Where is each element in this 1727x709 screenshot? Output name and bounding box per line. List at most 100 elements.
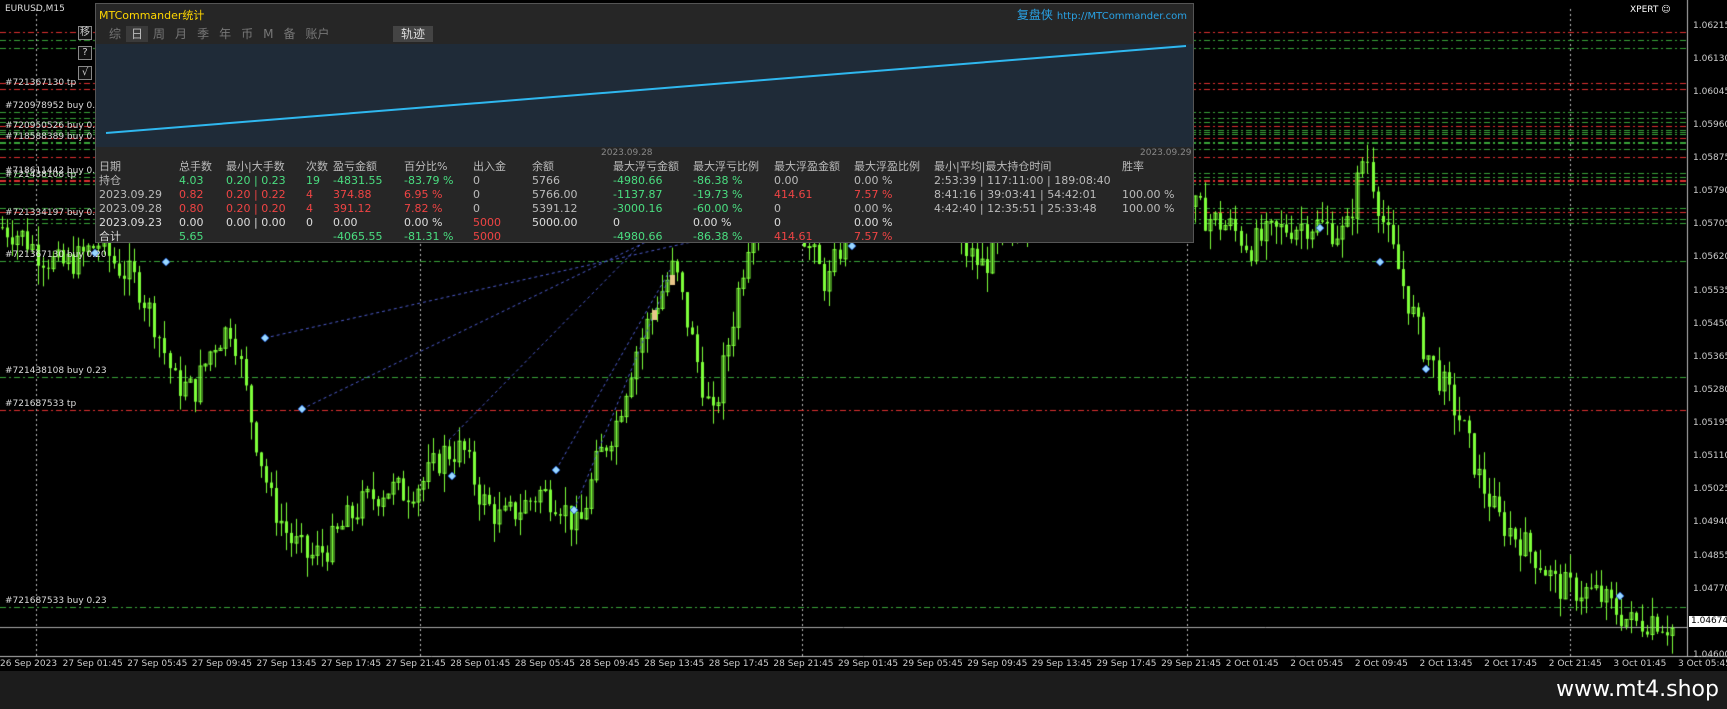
cell-minmax: 0.00 | 0.00: [226, 216, 286, 229]
cell-hold: 4:42:40 | 12:35:51 | 25:33:48: [934, 202, 1097, 215]
price-tick: 1.05280: [1693, 384, 1727, 395]
cell-balance: 5391.12: [532, 202, 578, 215]
time-tick: 28 Sep 13:45: [644, 659, 705, 669]
cell-pnl: -4065.55: [333, 230, 383, 243]
cell-lots: 4.03: [179, 174, 204, 187]
order-label[interactable]: #720950526 buy 0.21: [5, 121, 107, 131]
price-tick: 1.04855: [1693, 550, 1727, 561]
cell-max_fp_pct: 0.00 %: [854, 216, 893, 229]
cell-io: 0: [473, 188, 480, 201]
cell-max_fp: 414.61: [774, 230, 813, 243]
tab-6[interactable]: 币: [236, 26, 258, 42]
cell-max_fp: 414.61: [774, 188, 813, 201]
cell-max_fp_pct: 0.00 %: [854, 174, 893, 187]
price-tick: 1.06215: [1693, 20, 1727, 31]
header-cell: 胜率: [1122, 160, 1144, 173]
cell-minmax: 0.20 | 0.20: [226, 202, 286, 215]
price-tick: 1.05195: [1693, 418, 1727, 429]
order-label[interactable]: #718588389 buy 0.20: [5, 132, 107, 142]
order-label[interactable]: #721438108 tp: [5, 170, 76, 180]
time-tick: 29 Sep 17:45: [1096, 659, 1157, 669]
stats-table: 日期 总手数 最小|大手数 次数 盈亏金额 百分比% 出入金 余额 最大浮亏金额 最大浮亏比例 最大…: [99, 160, 1182, 244]
tab-9[interactable]: 账户: [300, 26, 334, 42]
cell-io: 0: [473, 174, 480, 187]
order-label[interactable]: #721367130 buy 0.20: [5, 250, 107, 260]
cell-hold: 2:53:39 | 117:11:00 | 189:08:40: [934, 174, 1111, 187]
cell-balance: 5766.00: [532, 188, 578, 201]
cell-hold: [934, 216, 1122, 230]
time-tick: 29 Sep 21:45: [1161, 659, 1222, 669]
mini-end-date: 2023.09.29: [1140, 148, 1192, 158]
cell-pct: -81.31 %: [404, 230, 454, 243]
order-label[interactable]: #721687533 tp: [5, 399, 76, 409]
header-cell: 出入金: [473, 160, 506, 173]
cell-max_dd: 0: [613, 216, 620, 229]
track-button[interactable]: 轨迹: [393, 26, 433, 42]
tab-7[interactable]: M: [258, 26, 278, 42]
time-tick: 29 Sep 09:45: [967, 659, 1028, 669]
time-tick: 27 Sep 13:45: [256, 659, 317, 669]
cell-max_dd_pct: 0.00 %: [693, 216, 732, 229]
table-row: 合计 5.65 -4065.55 -81.31 % 5000 -4980.66 -86.38…: [99, 230, 1182, 244]
table-row: 2023.09.23 0.00 0.00 | 0.00 0 0.00 0.00 % 5000…: [99, 216, 1182, 230]
tab-5[interactable]: 年: [214, 26, 236, 42]
cell-win: 100.00 %: [1122, 202, 1175, 215]
table-row: 2023.09.28 0.80 0.20 | 0.20 4 391.12 7.82 % 0 5…: [99, 202, 1182, 216]
time-tick: 27 Sep 17:45: [321, 659, 382, 669]
price-tick: 1.05790: [1693, 186, 1727, 197]
header-cell: 余额: [532, 160, 554, 173]
move-button[interactable]: 移: [78, 26, 92, 40]
time-tick: 29 Sep 13:45: [1031, 659, 1092, 669]
order-label[interactable]: #720978952 buy 0.23: [5, 101, 107, 111]
cell-hold: [934, 230, 1122, 244]
brand-url[interactable]: http://MTCommander.com: [1057, 11, 1187, 22]
tab-3[interactable]: 月: [170, 26, 192, 42]
watermark: www.mt4.shop: [1556, 677, 1719, 702]
tab-2[interactable]: 周: [148, 26, 170, 42]
tab-4[interactable]: 季: [192, 26, 214, 42]
time-tick: 28 Sep 05:45: [514, 659, 575, 669]
header-cell: 最大浮亏金额: [613, 160, 679, 173]
time-tick: 28 Sep 17:45: [708, 659, 769, 669]
price-tick: 1.05450: [1693, 318, 1727, 329]
cell-count: 19: [306, 174, 320, 187]
panel-brand[interactable]: 复盘侠 http://MTCommander.com: [1017, 6, 1187, 23]
tab-1[interactable]: 日: [126, 26, 149, 42]
header-cell: 最大浮盈比例: [854, 160, 920, 173]
order-label[interactable]: #721367130 tp: [5, 78, 76, 88]
order-label[interactable]: #721334197 buy 0.21: [5, 208, 107, 218]
cell-pnl: 374.88: [333, 188, 372, 201]
equity-line: [105, 45, 1187, 134]
cell-lots: 0.80: [179, 202, 204, 215]
cell-lots: 0.82: [179, 188, 204, 201]
time-tick: 27 Sep 21:45: [385, 659, 446, 669]
cell-win: 100.00 %: [1122, 188, 1175, 201]
check-button[interactable]: √: [78, 66, 92, 80]
cell-date: 持仓: [99, 174, 121, 187]
cell-win: [1122, 216, 1182, 230]
time-tick: 2 Oct 13:45: [1419, 659, 1473, 669]
cell-max_fp_pct: 7.57 %: [854, 230, 893, 243]
price-tick: 1.05365: [1693, 351, 1727, 362]
time-tick: 28 Sep 01:45: [450, 659, 511, 669]
time-tick: 29 Sep 01:45: [838, 659, 899, 669]
cell-count: 4: [306, 202, 313, 215]
cell-io: 5000: [473, 216, 501, 229]
order-label[interactable]: #721438108 buy 0.23: [5, 366, 107, 376]
header-cell: 百分比%: [404, 160, 448, 173]
cell-max_fp_pct: 7.57 %: [854, 188, 893, 201]
expert-label: XPERT ☺: [1630, 5, 1671, 15]
tab-8[interactable]: 备: [278, 26, 300, 42]
header-cell: 次数: [306, 160, 328, 173]
footer-bar: [0, 671, 1727, 709]
order-label[interactable]: #721687533 buy 0.23: [5, 596, 107, 606]
cell-date: 2023.09.29: [99, 188, 162, 201]
cell-date: 合计: [99, 230, 121, 243]
cell-max_fp: 0.00: [774, 174, 799, 187]
table-row: 2023.09.29 0.82 0.20 | 0.22 4 374.88 6.95 % 0 5…: [99, 188, 1182, 202]
help-button[interactable]: ?: [78, 46, 92, 60]
tab-0[interactable]: 综: [104, 26, 126, 42]
cell-win: [1122, 174, 1182, 188]
mini-start-date: 2023.09.28: [601, 148, 653, 158]
cell-count: 4: [306, 188, 313, 201]
